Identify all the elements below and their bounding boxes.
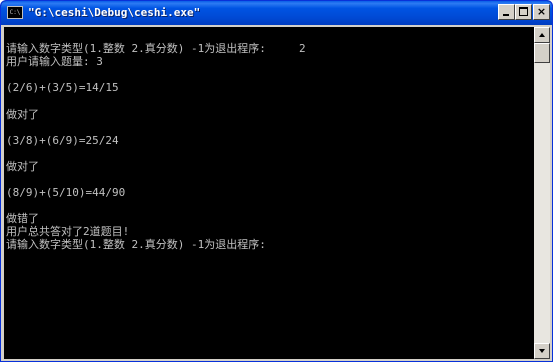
arrow-down-icon (539, 349, 545, 353)
title-bar[interactable]: C:\ "G:\ceshi\Debug\ceshi.exe" × (1, 1, 552, 25)
scroll-thumb[interactable] (534, 43, 550, 63)
console-line: 用户请输入题量: 3 (6, 55, 103, 68)
console-app-icon[interactable]: C:\ (7, 6, 23, 19)
scroll-up-button[interactable] (534, 27, 550, 43)
close-button[interactable]: × (533, 4, 550, 20)
console-line: 请输入数字类型(1.整数 2.真分数) -1为退出程序: 2 (6, 42, 306, 55)
console-line: (8/9)+(5/10)=44/90 (6, 186, 126, 199)
console-line: 用户总共答对了2道题目! (6, 225, 130, 238)
window-frame: 请输入数字类型(1.整数 2.真分数) -1为退出程序: 2 用户请输入题量: … (1, 25, 552, 361)
console-line: 做对了 (6, 108, 39, 121)
console-line: 做对了 (6, 160, 39, 173)
minimize-icon (503, 14, 509, 16)
console-output[interactable]: 请输入数字类型(1.整数 2.真分数) -1为退出程序: 2 用户请输入题量: … (4, 27, 534, 359)
arrow-up-icon (539, 33, 545, 37)
scroll-down-button[interactable] (534, 343, 550, 359)
maximize-button[interactable] (515, 4, 532, 20)
console-line: 请输入数字类型(1.整数 2.真分数) -1为退出程序: (6, 238, 266, 251)
close-icon: × (536, 5, 547, 18)
minimize-button[interactable] (498, 4, 515, 20)
console-line: (3/8)+(6/9)=25/24 (6, 134, 119, 147)
console-window: C:\ "G:\ceshi\Debug\ceshi.exe" × 请输入数字类型… (0, 0, 553, 362)
maximize-icon (519, 7, 528, 16)
window-title: "G:\ceshi\Debug\ceshi.exe" (28, 6, 201, 19)
console-line: 做错了 (6, 212, 39, 225)
console-line: (2/6)+(3/5)=14/15 (6, 81, 119, 94)
vertical-scrollbar[interactable] (534, 27, 550, 359)
